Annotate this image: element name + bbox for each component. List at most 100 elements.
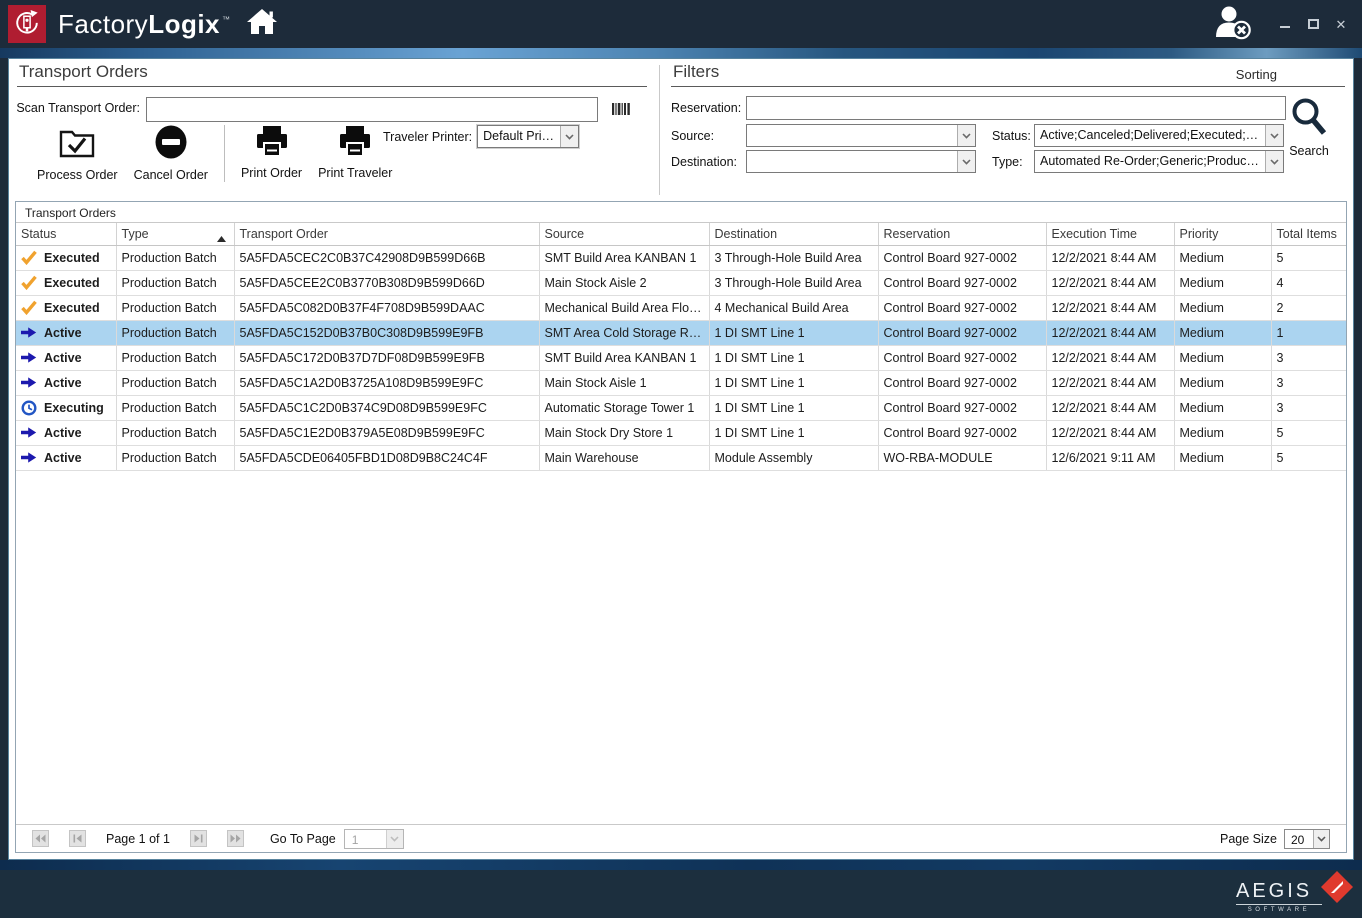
cell-total-items: 3 (1271, 395, 1346, 420)
table-row[interactable]: ExecutingProduction Batch5A5FDA5C1C2D0B3… (16, 395, 1346, 420)
cell-order: 5A5FDA5C1E2D0B379A5E08D9B599E9FC (234, 420, 539, 445)
chevron-down-icon (1265, 125, 1283, 146)
cell-source: Automatic Storage Tower 1 (539, 395, 709, 420)
cell-type: Production Batch (116, 295, 234, 320)
active-arrow-icon (21, 375, 37, 390)
cell-execution-time: 12/2/2021 8:44 AM (1046, 395, 1174, 420)
cell-destination: 1 DI SMT Line 1 (709, 420, 878, 445)
cell-type: Production Batch (116, 245, 234, 270)
cell-total-items: 5 (1271, 245, 1346, 270)
cell-reservation: Control Board 927-0002 (878, 395, 1046, 420)
print-order-button[interactable]: Print Order (233, 123, 310, 184)
factorylogix-logo-tile (8, 5, 46, 43)
next-page-button[interactable] (190, 830, 207, 847)
table-row[interactable]: ActiveProduction Batch5A5FDA5C152D0B37B0… (16, 320, 1346, 345)
goto-page-select[interactable]: 1 (344, 829, 404, 849)
cell-reservation: Control Board 927-0002 (878, 295, 1046, 320)
cell-destination: 1 DI SMT Line 1 (709, 345, 878, 370)
col-header-reservation[interactable]: Reservation (878, 223, 1046, 245)
executing-clock-icon (21, 400, 37, 415)
goto-page-value: 1 (345, 830, 386, 848)
cell-type: Production Batch (116, 395, 234, 420)
executed-check-icon (21, 275, 37, 290)
user-logout-button[interactable] (1214, 4, 1252, 45)
table-row[interactable]: ActiveProduction Batch5A5FDA5C1A2D0B3725… (16, 370, 1346, 395)
cell-total-items: 5 (1271, 420, 1346, 445)
cell-source: SMT Build Area KANBAN 1 (539, 345, 709, 370)
scan-transport-order-label: Scan Transport Order: (15, 101, 140, 115)
reservation-input[interactable] (746, 96, 1286, 120)
cancel-order-icon (153, 125, 189, 164)
maximize-button[interactable] (1306, 17, 1320, 31)
active-arrow-icon (21, 325, 37, 340)
transport-panel-title: Transport Orders (19, 62, 148, 82)
table-row[interactable]: ActiveProduction Batch5A5FDA5C172D0B37D7… (16, 345, 1346, 370)
col-header-source[interactable]: Source (539, 223, 709, 245)
process-order-button[interactable]: Process Order (29, 123, 126, 184)
cell-type: Production Batch (116, 345, 234, 370)
col-header-total-items[interactable]: Total Items (1271, 223, 1346, 245)
previous-page-button[interactable] (69, 830, 86, 847)
table-row[interactable]: ActiveProduction Batch5A5FDA5CDE06405FBD… (16, 445, 1346, 470)
minimize-button[interactable] (1278, 17, 1292, 31)
aegis-software-text: SOFTWARE (1236, 907, 1322, 913)
cell-reservation: Control Board 927-0002 (878, 245, 1046, 270)
cell-total-items: 3 (1271, 345, 1346, 370)
status-label: Status: (992, 129, 1031, 143)
col-header-destination[interactable]: Destination (709, 223, 878, 245)
table-row[interactable]: ExecutedProduction Batch5A5FDA5CEE2C0B37… (16, 270, 1346, 295)
cell-order: 5A5FDA5CEE2C0B3770B308D9B599D66D (234, 270, 539, 295)
traveler-printer-select[interactable]: Default Printer (477, 125, 579, 148)
destination-select[interactable] (746, 150, 976, 173)
home-button[interactable] (247, 9, 277, 40)
first-page-button[interactable] (32, 830, 49, 847)
col-header-transport-order[interactable]: Transport Order (234, 223, 539, 245)
cell-status: Executed (16, 295, 116, 320)
table-row[interactable]: ActiveProduction Batch5A5FDA5C1E2D0B379A… (16, 420, 1346, 445)
search-button[interactable]: Search (1283, 97, 1335, 158)
process-order-icon (58, 125, 96, 164)
transport-orders-table: Status Type Transport Order Source Desti… (16, 223, 1346, 471)
cell-execution-time: 12/2/2021 8:44 AM (1046, 270, 1174, 295)
chevron-down-icon (1313, 830, 1329, 848)
filters-panel: Filters Sorting Reservation: Source: Des… (665, 61, 1347, 197)
cell-execution-time: 12/6/2021 9:11 AM (1046, 445, 1174, 470)
chevron-down-icon (560, 126, 578, 147)
cell-reservation: Control Board 927-0002 (878, 370, 1046, 395)
cell-order: 5A5FDA5C172D0B37D7DF08D9B599E9FB (234, 345, 539, 370)
cell-destination: 3 Through-Hole Build Area (709, 245, 878, 270)
cancel-order-button[interactable]: Cancel Order (126, 123, 216, 184)
table-body: ExecutedProduction Batch5A5FDA5CEC2C0B37… (16, 245, 1346, 470)
sorting-link[interactable]: Sorting (1236, 67, 1277, 82)
cell-status: Active (16, 370, 116, 395)
col-header-status[interactable]: Status (16, 223, 116, 245)
last-page-button[interactable] (227, 830, 244, 847)
type-select[interactable]: Automated Re-Order;Generic;Production... (1034, 150, 1284, 173)
close-button[interactable]: ✕ (1334, 17, 1348, 31)
col-header-priority[interactable]: Priority (1174, 223, 1271, 245)
traveler-printer-value: Default Printer (478, 126, 560, 147)
type-value: Automated Re-Order;Generic;Production... (1035, 151, 1265, 172)
status-value: Active;Canceled;Delivered;Executed;Exec.… (1035, 125, 1265, 146)
barcode-icon (612, 102, 630, 120)
cell-order: 5A5FDA5CDE06405FBD1D08D9B8C24C4F (234, 445, 539, 470)
cell-source: Main Stock Aisle 1 (539, 370, 709, 395)
col-header-execution-time[interactable]: Execution Time (1046, 223, 1174, 245)
brand-trademark: ™ (222, 15, 231, 24)
scan-transport-order-input[interactable] (146, 97, 598, 122)
filters-panel-title: Filters (673, 62, 719, 82)
cell-execution-time: 12/2/2021 8:44 AM (1046, 345, 1174, 370)
cell-priority: Medium (1174, 320, 1271, 345)
page-indicator: Page 1 of 1 (106, 832, 170, 846)
source-select[interactable] (746, 124, 976, 147)
toolbar-divider (224, 125, 225, 182)
page-size-select[interactable]: 20 (1284, 829, 1330, 849)
page-size-value: 20 (1285, 830, 1313, 848)
cell-source: Mechanical Build Area Floor... (539, 295, 709, 320)
status-select[interactable]: Active;Canceled;Delivered;Executed;Exec.… (1034, 124, 1284, 147)
table-row[interactable]: ExecutedProduction Batch5A5FDA5C082D0B37… (16, 295, 1346, 320)
table-row[interactable]: ExecutedProduction Batch5A5FDA5CEC2C0B37… (16, 245, 1346, 270)
cell-status: Active (16, 345, 116, 370)
col-header-type[interactable]: Type (116, 223, 234, 245)
cell-order: 5A5FDA5CEC2C0B37C42908D9B599D66B (234, 245, 539, 270)
